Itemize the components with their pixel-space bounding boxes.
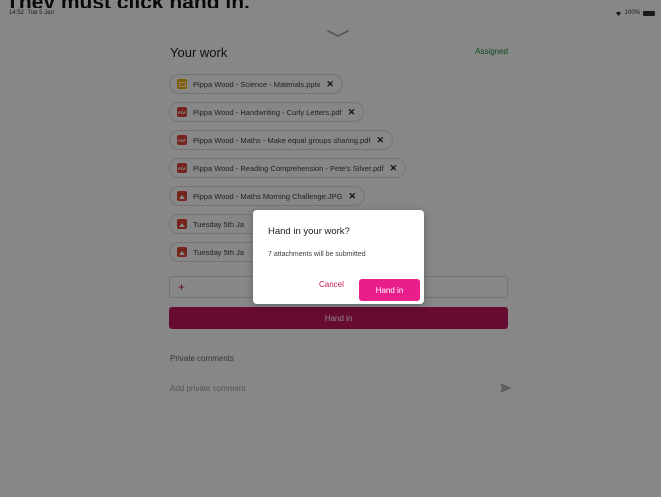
dialog-title: Hand in your work? [268, 226, 350, 237]
cancel-button[interactable]: Cancel [319, 280, 344, 289]
confirm-hand-in-button[interactable]: Hand in [359, 279, 420, 301]
dialog-message: 7 attachments will be submitted [268, 251, 366, 258]
hand-in-dialog: Hand in your work? 7 attachments will be… [253, 210, 424, 304]
